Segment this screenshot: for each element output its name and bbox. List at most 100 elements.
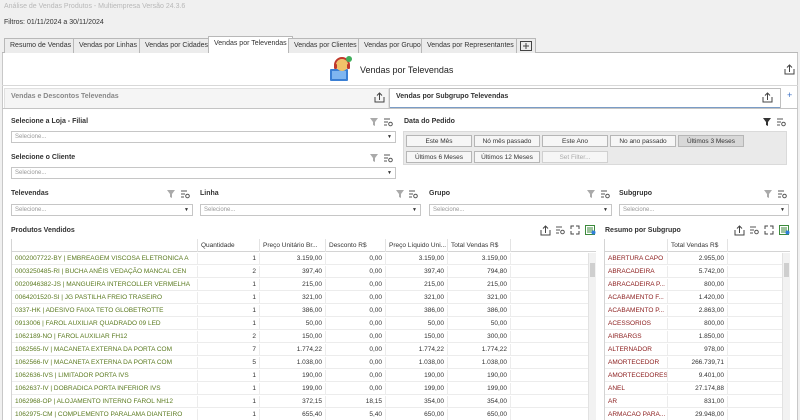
table-row[interactable]: AMORTECEDOR 266.739,71: [605, 357, 782, 369]
table-cell: ABRACADEIRA: [605, 266, 668, 278]
date-filter-panel: Este Mês Nó mês passado Este Ano No ano …: [403, 131, 787, 165]
tab-vendas-descontos[interactable]: Vendas e Descontos Televendas: [4, 88, 389, 108]
filter-options-icon[interactable]: [776, 117, 786, 127]
date-este-ano-button[interactable]: Este Ano: [542, 135, 608, 147]
tab-vendas-subgrupo[interactable]: Vendas por Subgrupo Televendas: [389, 88, 781, 108]
clear-filter-icon[interactable]: [166, 189, 176, 199]
export-left-panel-button[interactable]: [373, 92, 385, 103]
table-row[interactable]: 1062968-OP | ALOJAMENTO INTERNO FAROL NH…: [12, 396, 588, 408]
table-row[interactable]: 0337-HK | ADESIVO FAIXA TETO GLOBETROTTE…: [12, 305, 588, 317]
clear-filter-icon[interactable]: [763, 189, 773, 199]
filter-options-icon[interactable]: [180, 189, 190, 199]
clear-filter-icon[interactable]: [762, 117, 772, 127]
tab-vendas-grupo[interactable]: Vendas por Grupo: [358, 38, 427, 53]
table-cell: 150,00: [260, 331, 326, 343]
subgrupo-select[interactable]: Selecione... ▼: [619, 204, 789, 216]
expand-icon[interactable]: [569, 225, 581, 236]
export-produtos-button[interactable]: [539, 225, 551, 236]
column-header[interactable]: Total Vendas R$: [668, 239, 728, 252]
clear-filter-icon[interactable]: [586, 189, 596, 199]
table-row[interactable]: ANEL 27.174,88: [605, 383, 782, 395]
table-cell: 1.774,22: [260, 344, 326, 356]
table-row[interactable]: ARMACAO PARA... 29.948,00: [605, 409, 782, 420]
table-row[interactable]: 1062565-IV | MACANETA EXTERNA DA PORTA C…: [12, 344, 588, 356]
date-mes-passado-button[interactable]: Nó mês passado: [474, 135, 540, 147]
export-page-button[interactable]: [783, 64, 795, 75]
date-set-filter-button[interactable]: Set Filter...: [542, 151, 608, 163]
table-row[interactable]: 1062636-IVS | LIMITADOR PORTA IVS 1 190,00…: [12, 370, 588, 382]
date-este-mes-button[interactable]: Este Mês: [406, 135, 472, 147]
column-header[interactable]: [12, 239, 198, 252]
expand-icon[interactable]: [763, 225, 775, 236]
table-row[interactable]: ABRACADEIRA P... 800,00: [605, 279, 782, 291]
date-ano-passado-button[interactable]: No ano passado: [610, 135, 676, 147]
date-ultimos-6-meses-button[interactable]: Últimos 6 Meses: [406, 151, 472, 163]
export-icon: [374, 92, 384, 103]
column-header[interactable]: Preço Unitário Br...: [260, 239, 326, 252]
date-ultimos-12-meses-button[interactable]: Últimos 12 Meses: [474, 151, 540, 163]
table-cell: 1: [198, 318, 260, 330]
table-row[interactable]: 0020946382-JS | MANGUEIRA INTERCOLLER VE…: [12, 279, 588, 291]
filter-options-icon[interactable]: [383, 117, 393, 127]
export-right-panel-button[interactable]: [761, 92, 773, 103]
vertical-scrollbar[interactable]: [782, 253, 790, 420]
main-tab-bar: Resumo de Vendas Vendas por Linhas Venda…: [2, 36, 798, 54]
tab-vendas-clientes[interactable]: Vendas por Clientes: [288, 38, 363, 53]
excel-export-icon[interactable]: [778, 225, 790, 236]
filter-options-icon[interactable]: [600, 189, 610, 199]
grupo-select[interactable]: Selecione... ▼: [429, 204, 612, 216]
column-header[interactable]: Preço Líquido Uni...: [386, 239, 448, 252]
table-row[interactable]: 0003250485-RI | BUCHA ANÉIS VEDAÇÃO MANC…: [12, 266, 588, 278]
add-tab-button[interactable]: [516, 38, 536, 53]
column-header[interactable]: Quantidade: [198, 239, 260, 252]
table-row[interactable]: 1062189-NO | FAROL AUXILIAR FH12 2 150,00 0…: [12, 331, 588, 343]
linha-select[interactable]: Selecione... ▼: [200, 204, 421, 216]
table-cell: 800,00: [668, 318, 728, 330]
table-row[interactable]: ACABAMENTO P... 2.863,00: [605, 305, 782, 317]
televendas-select[interactable]: Selecione... ▼: [11, 204, 193, 216]
table-row[interactable]: ABRACADEIRA 5.742,00: [605, 266, 782, 278]
table-row[interactable]: ABERTURA CAPO 2.955,00: [605, 253, 782, 265]
tab-vendas-linhas[interactable]: Vendas por Linhas: [73, 38, 143, 53]
tab-vendas-subgrupo-label: Vendas por Subgrupo Televendas: [396, 93, 509, 100]
column-header[interactable]: Desconto R$: [326, 239, 386, 252]
export-resumo-button[interactable]: [733, 225, 745, 236]
clear-filter-icon[interactable]: [395, 189, 405, 199]
loja-select[interactable]: Selecione... ▼: [11, 131, 396, 143]
tab-vendas-representantes[interactable]: Vendas por Representantes: [421, 38, 520, 53]
table-row[interactable]: 0913006 | FAROL AUXILIAR QUADRADO 09 LED…: [12, 318, 588, 330]
table-cell: 0,00: [326, 292, 386, 304]
table-row[interactable]: 1062637-IV | DOBRADICA PORTA INFERIOR IV…: [12, 383, 588, 395]
clear-filter-icon[interactable]: [369, 117, 379, 127]
tab-vendas-televendas[interactable]: Vendas por Televendas: [208, 36, 293, 54]
table-row[interactable]: 1062566-IV | MACANETA EXTERNA DA PORTA C…: [12, 357, 588, 369]
table-row[interactable]: 0002007722-BY | EMBREAGEM VISCOSA ELETRO…: [12, 253, 588, 265]
table-row[interactable]: AIRBARGS 1.850,00: [605, 331, 782, 343]
add-panel-icon[interactable]: +: [787, 90, 792, 100]
table-row[interactable]: ACESSORIOS 800,00: [605, 318, 782, 330]
filter-options-icon[interactable]: [777, 189, 787, 199]
cliente-select[interactable]: Selecione... ▼: [11, 167, 396, 179]
scrollbar-thumb[interactable]: [590, 263, 595, 277]
table-row[interactable]: ALTERNADOR 978,00: [605, 344, 782, 356]
tab-vendas-cidades[interactable]: Vendas por Cidades: [139, 38, 215, 53]
vertical-scrollbar[interactable]: [588, 253, 596, 420]
table-row[interactable]: ACABAMENTO F... 1.420,00: [605, 292, 782, 304]
scrollbar-thumb[interactable]: [784, 263, 789, 277]
table-row[interactable]: AMORTECEDORES 9.401,00: [605, 370, 782, 382]
table-row[interactable]: 1062975-CM | COMPLEMENTO PARALAMA DIANTE…: [12, 409, 588, 420]
column-header[interactable]: [605, 239, 668, 252]
table-cell: 0002007722-BY | EMBREAGEM VISCOSA ELETRO…: [12, 253, 198, 265]
clear-filter-icon[interactable]: [369, 153, 379, 163]
table-cell: 190,00: [386, 370, 448, 382]
date-ultimos-3-meses-button[interactable]: Últimos 3 Meses: [678, 135, 744, 147]
table-row[interactable]: AR 831,00: [605, 396, 782, 408]
filter-options-icon[interactable]: [554, 225, 566, 236]
excel-export-icon[interactable]: [584, 225, 596, 236]
column-header[interactable]: Total Vendas R$: [448, 239, 511, 252]
filter-options-icon[interactable]: [383, 153, 393, 163]
tab-resumo-vendas[interactable]: Resumo de Vendas: [4, 38, 78, 53]
table-row[interactable]: 0064201520-SI | JG PASTILHA FREIO TRASEI…: [12, 292, 588, 304]
filter-options-icon[interactable]: [408, 189, 418, 199]
filter-options-icon[interactable]: [748, 225, 760, 236]
